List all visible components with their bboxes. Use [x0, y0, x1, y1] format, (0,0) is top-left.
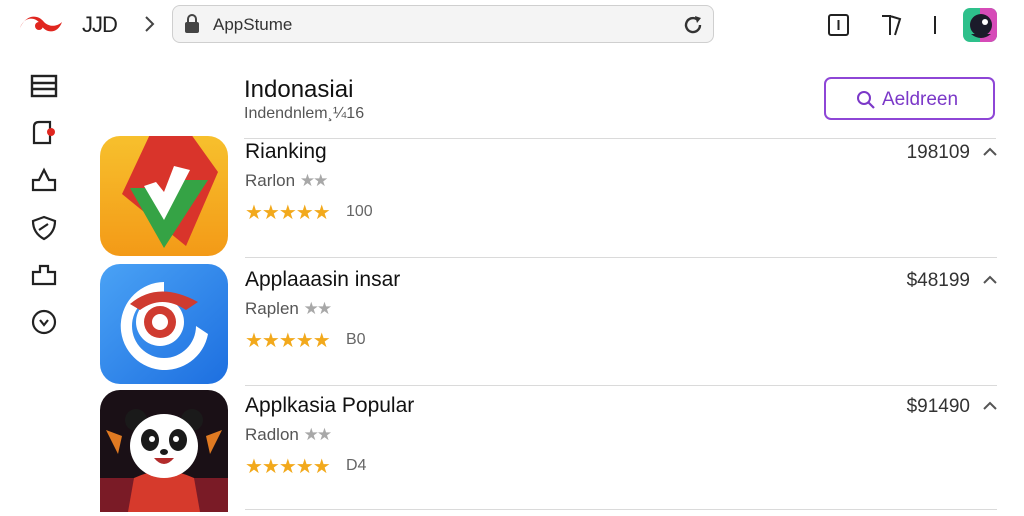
home-icon[interactable] — [30, 166, 58, 194]
app-icon[interactable] — [100, 136, 228, 256]
app-subtitle: Rarlon ★★ — [245, 171, 329, 191]
tabs-icon[interactable] — [826, 10, 852, 40]
search-button-label: Aeldreen — [882, 89, 959, 110]
search-icon — [857, 91, 875, 109]
bookmark-icon[interactable] — [878, 10, 904, 40]
search-button[interactable]: Aeldreen — [824, 77, 995, 120]
notifications-icon[interactable] — [30, 119, 58, 147]
app-subtitle-text: Raplen — [245, 299, 299, 318]
app-icon[interactable] — [100, 264, 228, 384]
checkmark-ribbon-icon — [100, 136, 228, 256]
top-toolbar: JJD AppStume — [0, 0, 1024, 50]
app-subtitle-text: Rarlon — [245, 171, 296, 190]
shield-icon[interactable] — [30, 214, 58, 242]
reload-icon[interactable] — [681, 13, 705, 37]
app-name[interactable]: Applaaasin insar — [245, 268, 400, 292]
app-icon[interactable] — [100, 390, 228, 512]
list-item[interactable]: Applkasia Popular Radlon ★★ ★★★★★ D4 $91… — [100, 390, 1000, 516]
avatar[interactable] — [963, 8, 997, 42]
chevron-up-icon[interactable] — [982, 272, 998, 288]
row-divider — [245, 509, 997, 510]
lock-icon — [185, 14, 199, 33]
address-text[interactable]: AppStume — [213, 15, 292, 35]
chevron-up-icon[interactable] — [982, 398, 998, 414]
menu-divider-icon[interactable] — [928, 10, 942, 40]
library-icon[interactable] — [30, 72, 58, 100]
app-subtitle-text: Radlon — [245, 425, 299, 444]
rating-count: 100 — [346, 203, 373, 220]
rating-count: D4 — [346, 457, 367, 474]
page-subtitle: Indendnlem¸¼16 — [244, 105, 365, 122]
mini-stars: ★★ — [303, 425, 333, 444]
app-subtitle: Raplen ★★ — [245, 299, 333, 319]
avatar-icon — [963, 8, 997, 42]
app-name[interactable]: Applkasia Popular — [245, 394, 414, 418]
app-price: $48199 — [906, 270, 970, 291]
star-rating: ★★★★★ — [245, 330, 331, 352]
list-item[interactable]: Rianking Rarlon ★★ ★★★★★ 100 198109 — [100, 136, 1000, 262]
store-icon[interactable] — [30, 260, 58, 288]
panda-game-icon — [100, 390, 228, 512]
star-rating: ★★★★★ — [245, 202, 331, 224]
chevron-up-icon[interactable] — [982, 144, 998, 160]
star-rating: ★★★★★ — [245, 456, 331, 478]
mini-stars: ★★ — [299, 171, 329, 190]
rating-count: B0 — [346, 331, 366, 348]
app-subtitle: Radlon ★★ — [245, 425, 333, 445]
address-bar[interactable]: AppStume — [172, 5, 714, 43]
back-label[interactable]: JJD — [82, 12, 118, 38]
app-name[interactable]: Rianking — [245, 140, 327, 164]
app-price: $91490 — [906, 396, 970, 417]
app-logo-icon[interactable] — [18, 12, 64, 38]
page-title: Indonasiai — [244, 76, 354, 103]
row-divider — [245, 385, 997, 386]
location-icon[interactable] — [30, 308, 58, 336]
chevron-right-icon[interactable] — [140, 12, 160, 36]
blue-swirl-icon — [100, 264, 228, 384]
app-price: 198109 — [906, 142, 970, 163]
list-item[interactable]: Applaaasin insar Raplen ★★ ★★★★★ B0 $481… — [100, 264, 1000, 390]
row-divider — [245, 257, 997, 258]
mini-stars: ★★ — [303, 299, 333, 318]
